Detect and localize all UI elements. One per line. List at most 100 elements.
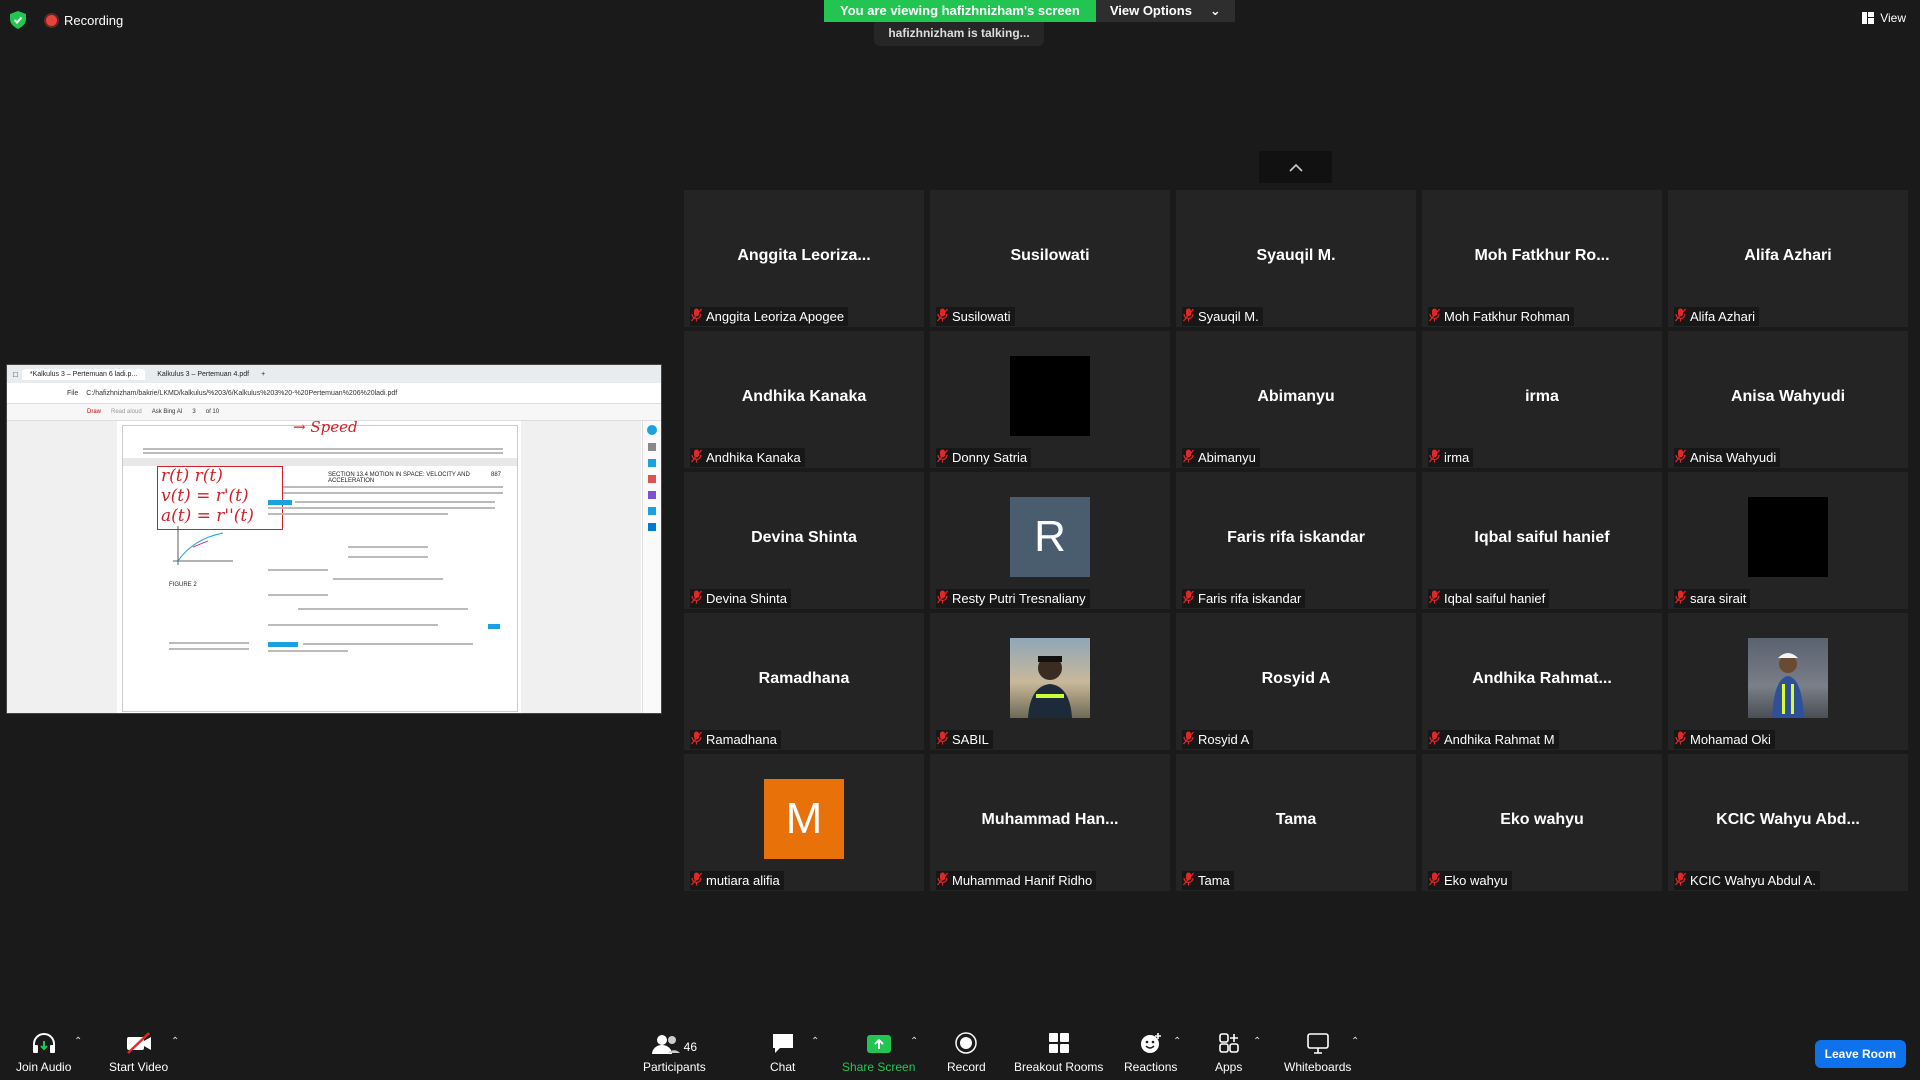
participant-tile[interactable]: Tama Tama	[1176, 754, 1416, 891]
participant-name-label: sara sirait	[1674, 589, 1751, 608]
browser-tab-inactive[interactable]: Kalkulus 3 – Pertemuan 4.pdf	[149, 369, 257, 380]
new-tab-icon[interactable]: +	[261, 371, 265, 378]
participant-tile[interactable]: Muhammad Han... Muhammad Hanif Ridho	[930, 754, 1170, 891]
chevron-down-icon: ⌄	[1209, 3, 1221, 18]
chat-button[interactable]: Chat	[770, 1030, 795, 1074]
participants-count: 46	[683, 1040, 698, 1054]
participant-tile[interactable]: Devina Shinta Devina Shinta	[684, 472, 924, 609]
start-video-button[interactable]: Start Video	[109, 1030, 168, 1074]
copilot-icon[interactable]	[647, 425, 657, 435]
view-button[interactable]: View	[1862, 11, 1906, 25]
pdf-page: → Speed SECTION 13.4 MOTION IN SPACE: VE…	[122, 418, 518, 712]
participant-tile[interactable]: Eko wahyu Eko wahyu	[1422, 754, 1662, 891]
apps-button[interactable]: Apps	[1215, 1030, 1242, 1074]
participant-tile[interactable]: Rosyid A Rosyid A	[1176, 613, 1416, 750]
participant-tile[interactable]: Faris rifa iskandar Faris rifa iskandar	[1176, 472, 1416, 609]
view-options-button[interactable]: View Options ⌄	[1095, 0, 1235, 22]
outlook-icon[interactable]	[648, 523, 656, 531]
mic-muted-icon	[937, 731, 948, 748]
participant-tile[interactable]: Iqbal saiful hanief Iqbal saiful hanief	[1422, 472, 1662, 609]
participant-tile[interactable]: Anggita Leoriza... Anggita Leoriza Apogee	[684, 190, 924, 327]
whiteboards-button[interactable]: Whiteboards	[1284, 1030, 1351, 1074]
participant-display-name: Andhika Kanaka	[741, 388, 867, 405]
participant-display-name: Syauqil M.	[1256, 247, 1336, 264]
read-aloud-tool[interactable]: Read aloud	[111, 409, 142, 415]
participant-tile[interactable]: Syauqil M. Syauqil M.	[1176, 190, 1416, 327]
pdf-text-line	[303, 643, 473, 645]
participant-tile[interactable]: Abimanyu Abimanyu	[1176, 331, 1416, 468]
participant-display-name: Iqbal saiful hanief	[1474, 529, 1610, 546]
share-screen-button[interactable]: Share Screen	[842, 1030, 915, 1074]
participant-name-label: Resty Putri Tresnaliany	[936, 589, 1090, 608]
participant-tile[interactable]: Donny Satria	[930, 331, 1170, 468]
participant-display-name: KCIC Wahyu Abd...	[1716, 811, 1860, 828]
participant-display-name: Devina Shinta	[751, 529, 857, 546]
draw-tool[interactable]: Draw	[87, 409, 101, 415]
participant-name-label: Andhika Kanaka	[690, 448, 805, 467]
address-url: C:/hafizhnizham/bakrie/LKMD/kalkulus/%20…	[86, 389, 398, 397]
participant-name: irma	[1444, 450, 1470, 465]
browser-tab-active[interactable]: *Kalkulus 3 – Pertemuan 6 ladi.p...	[21, 368, 146, 380]
mic-muted-icon	[937, 308, 948, 325]
shopping-icon[interactable]	[648, 475, 656, 483]
record-button[interactable]: Record	[947, 1030, 986, 1074]
video-options-caret-icon[interactable]: ⌃	[171, 1036, 179, 1047]
mic-muted-icon	[937, 590, 948, 607]
whiteboards-icon	[1306, 1030, 1330, 1054]
apps-options-caret-icon[interactable]: ⌃	[1253, 1036, 1261, 1047]
breakout-rooms-button[interactable]: Breakout Rooms	[1014, 1030, 1103, 1074]
participants-button[interactable]: 46 Participants	[643, 1030, 706, 1074]
participant-tile[interactable]: SABIL	[930, 613, 1170, 750]
encryption-shield-icon[interactable]	[10, 11, 26, 29]
shared-screen[interactable]: □ *Kalkulus 3 – Pertemuan 6 ladi.p... Ka…	[6, 364, 662, 714]
grid-collapse-button[interactable]	[1259, 151, 1332, 183]
office-icon[interactable]	[648, 507, 656, 515]
participant-tile[interactable]: sara sirait	[1668, 472, 1908, 609]
example-tag	[268, 642, 298, 647]
join-audio-label: Join Audio	[16, 1060, 72, 1074]
games-icon[interactable]	[648, 491, 656, 499]
mic-muted-icon	[1675, 590, 1686, 607]
reactions-button[interactable]: Reactions	[1124, 1030, 1177, 1074]
participant-tile[interactable]: Mmutiara alifia	[684, 754, 924, 891]
figure-plot	[173, 526, 233, 565]
reactions-options-caret-icon[interactable]: ⌃	[1173, 1036, 1181, 1047]
whiteboards-options-caret-icon[interactable]: ⌃	[1351, 1036, 1359, 1047]
viewing-banner-text: You are viewing hafizhnizham's screen	[824, 0, 1096, 22]
breakout-rooms-label: Breakout Rooms	[1014, 1060, 1104, 1074]
participant-tile[interactable]: Andhika Rahmat... Andhika Rahmat M	[1422, 613, 1662, 750]
participant-display-name: Tama	[1275, 811, 1317, 828]
participant-tile[interactable]: KCIC Wahyu Abd... KCIC Wahyu Abdul A.	[1668, 754, 1908, 891]
share-options-caret-icon[interactable]: ⌃	[910, 1036, 918, 1047]
participant-tile[interactable]: irma irma	[1422, 331, 1662, 468]
pdf-text-line	[268, 513, 448, 515]
pdf-formula	[333, 578, 443, 580]
participant-tile[interactable]: Anisa Wahyudi Anisa Wahyudi	[1668, 331, 1908, 468]
recording-indicator[interactable]: Recording	[46, 13, 123, 28]
participant-tile[interactable]: Susilowati Susilowati	[930, 190, 1170, 327]
audio-options-caret-icon[interactable]: ⌃	[74, 1036, 82, 1047]
participant-tile[interactable]: R Resty Putri Tresnaliany	[930, 472, 1170, 609]
pdf-text-line	[283, 492, 503, 494]
participant-tile[interactable]: Moh Fatkhur Ro... Moh Fatkhur Rohman	[1422, 190, 1662, 327]
participant-name: Anggita Leoriza Apogee	[706, 309, 845, 324]
view-options-label: View Options	[1109, 3, 1192, 18]
participant-tile[interactable]: Ramadhana Ramadhana	[684, 613, 924, 750]
participant-display-name: Susilowati	[1010, 247, 1090, 264]
participant-name: Donny Satria	[952, 450, 1028, 465]
chat-options-caret-icon[interactable]: ⌃	[811, 1036, 819, 1047]
participant-tile[interactable]: Mohamad Oki	[1668, 613, 1908, 750]
participant-name: Iqbal saiful hanief	[1444, 591, 1546, 606]
browser-address-bar[interactable]: File C:/hafizhnizham/bakrie/LKMD/kalkulu…	[7, 383, 661, 404]
search-icon[interactable]	[648, 443, 656, 451]
page-number[interactable]: 3	[192, 409, 195, 415]
participant-name-label: Muhammad Hanif Ridho	[936, 871, 1097, 890]
participant-tile[interactable]: Andhika Kanaka Andhika Kanaka	[684, 331, 924, 468]
participant-tile[interactable]: Alifa Azhari Alifa Azhari	[1668, 190, 1908, 327]
leave-room-button[interactable]: Leave Room	[1814, 1040, 1906, 1068]
pdf-text-line	[143, 448, 503, 450]
mic-muted-icon	[691, 308, 702, 325]
ask-bing-tool[interactable]: Ask Bing AI	[152, 409, 183, 415]
join-audio-button[interactable]: Join Audio	[16, 1030, 71, 1074]
tools-icon[interactable]	[648, 459, 656, 467]
